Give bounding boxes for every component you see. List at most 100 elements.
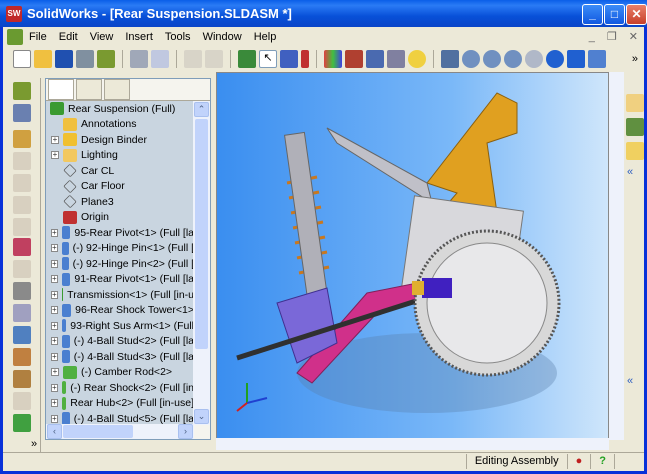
tree-item[interactable]: Car Floor [46, 179, 194, 195]
doc-minimize-button[interactable]: _ [583, 31, 601, 43]
smart-mates-icon[interactable] [13, 348, 31, 366]
menu-help[interactable]: Help [248, 31, 283, 43]
explode-line-icon[interactable] [13, 282, 31, 300]
home-icon[interactable] [626, 94, 644, 112]
file-explorer-icon[interactable] [626, 142, 644, 160]
design-library-icon[interactable] [626, 118, 644, 136]
zoom-to-fit-icon[interactable] [462, 50, 480, 68]
maximize-button[interactable]: □ [604, 4, 625, 25]
tree-item[interactable]: + (-) 4-Ball Stud<3> (Full [la [46, 349, 194, 365]
rotate-icon[interactable] [546, 50, 564, 68]
more-tools-icon[interactable]: » [31, 438, 37, 450]
menu-window[interactable]: Window [197, 31, 248, 43]
change-suppression-icon[interactable] [13, 196, 31, 214]
expand-icon[interactable]: + [51, 414, 58, 423]
expand-icon[interactable]: + [51, 275, 58, 284]
tree-item[interactable]: +95-Rear Pivot<1> (Full [la [46, 225, 194, 241]
tree-item[interactable]: Car CL [46, 163, 194, 179]
equations-icon[interactable] [366, 50, 384, 68]
tab-featuremanager[interactable] [48, 79, 74, 100]
view-orientation-icon[interactable] [588, 50, 606, 68]
tab-configurationmanager[interactable] [104, 79, 130, 100]
pan-icon[interactable] [567, 50, 585, 68]
zoom-in-out-icon[interactable] [504, 50, 522, 68]
edit-color-icon[interactable] [324, 50, 342, 68]
viewport-horizontal-scrollbar[interactable] [216, 438, 609, 450]
print-preview-icon[interactable] [151, 50, 169, 68]
toolbar-overflow-icon[interactable]: » [632, 53, 638, 65]
menu-view[interactable]: View [84, 31, 120, 43]
select-icon[interactable]: ↖ [259, 50, 277, 68]
expand-icon[interactable]: + [51, 321, 58, 330]
print-icon[interactable] [130, 50, 148, 68]
tree-root[interactable]: Rear Suspension (Full) [46, 101, 194, 117]
tree-horizontal-scrollbar[interactable]: ‹ › [46, 424, 194, 439]
help-icon[interactable] [408, 50, 426, 68]
sketch-icon[interactable] [280, 50, 298, 68]
menu-tools[interactable]: Tools [159, 31, 197, 43]
options-icon[interactable] [387, 50, 405, 68]
tree-item[interactable]: Origin [46, 210, 194, 226]
tree-item[interactable]: +93-Right Sus Arm<1> (Full [46, 318, 194, 334]
expand-icon[interactable]: + [51, 244, 58, 253]
menu-edit[interactable]: Edit [53, 31, 84, 43]
minimize-button[interactable]: _ [582, 4, 603, 25]
tree-item[interactable]: + Lighting [46, 148, 194, 164]
move-component-icon[interactable] [13, 304, 31, 322]
tree-item[interactable]: +91-Rear Pivot<1> (Full [la [46, 272, 194, 288]
new-assembly-icon[interactable] [13, 152, 31, 170]
new-icon[interactable] [13, 50, 31, 68]
expand-icon[interactable]: + [51, 399, 58, 408]
hide-show-icon[interactable] [13, 174, 31, 192]
expand-icon[interactable]: + [51, 337, 58, 346]
undo-icon[interactable] [184, 50, 202, 68]
make-drawing-icon[interactable] [76, 50, 94, 68]
expand-icon[interactable]: + [51, 290, 58, 299]
new-part-icon[interactable] [13, 130, 31, 148]
smart-fasteners-icon[interactable] [13, 260, 31, 278]
graphics-area[interactable] [216, 72, 609, 442]
help-status-icon[interactable]: ? [590, 453, 614, 469]
rotate-component-icon[interactable] [13, 326, 31, 344]
interference-icon[interactable] [13, 392, 31, 410]
menu-file[interactable]: File [23, 31, 53, 43]
expand-icon[interactable]: + [51, 383, 58, 392]
expand-icon[interactable]: + [51, 368, 59, 377]
mate-icon[interactable] [13, 104, 31, 122]
save-icon[interactable] [55, 50, 73, 68]
tree-item[interactable]: + (-) 4-Ball Stud<5> (Full [la [46, 411, 194, 425]
tree-item[interactable]: + (-) Rear Shock<2> (Full [in [46, 380, 194, 396]
rebuild-status-icon[interactable]: ● [566, 453, 591, 469]
zoom-selection-icon[interactable] [525, 50, 543, 68]
expand-icon[interactable]: + [51, 228, 58, 237]
redo-icon[interactable] [205, 50, 223, 68]
menu-insert[interactable]: Insert [119, 31, 159, 43]
texture-icon[interactable] [345, 50, 363, 68]
expand-icon[interactable]: + [51, 259, 58, 268]
tab-propertymanager[interactable] [76, 79, 102, 100]
doc-restore-button[interactable]: ❐ [601, 30, 623, 43]
make-assembly-icon[interactable] [97, 50, 115, 68]
tree-item[interactable]: + (-) 92-Hinge Pin<2> (Full [ [46, 256, 194, 272]
traffic-light-icon[interactable] [301, 50, 309, 68]
expand-icon[interactable]: + [51, 306, 58, 315]
collapse-task-pane-icon[interactable]: « [627, 375, 633, 387]
open-icon[interactable] [34, 50, 52, 68]
exploded-view-icon[interactable] [13, 370, 31, 388]
tree-vertical-scrollbar[interactable]: ⌃ ⌄ [193, 101, 210, 425]
insert-component-icon[interactable] [13, 82, 31, 100]
hole-series-icon[interactable] [13, 414, 31, 432]
tree-item[interactable]: + (-) 4-Ball Stud<2> (Full [la [46, 334, 194, 350]
tree-item[interactable]: + Rear Hub<2> (Full [in-use] [46, 396, 194, 412]
tree-item[interactable]: Plane3 [46, 194, 194, 210]
tree-item[interactable]: + (-) 92-Hinge Pin<1> (Full [ [46, 241, 194, 257]
doc-close-button[interactable]: ✕ [623, 30, 644, 43]
tree-item[interactable]: Annotations [46, 117, 194, 133]
previous-view-icon[interactable] [441, 50, 459, 68]
tree-item[interactable]: +96-Rear Shock Tower<1> [46, 303, 194, 319]
expand-icon[interactable]: + [51, 135, 59, 144]
tree-item[interactable]: + Transmission<1> (Full [in-u [46, 287, 194, 303]
zoom-area-icon[interactable] [483, 50, 501, 68]
tree-item[interactable]: + (-) Camber Rod<2> [46, 365, 194, 381]
rebuild-icon[interactable] [238, 50, 256, 68]
